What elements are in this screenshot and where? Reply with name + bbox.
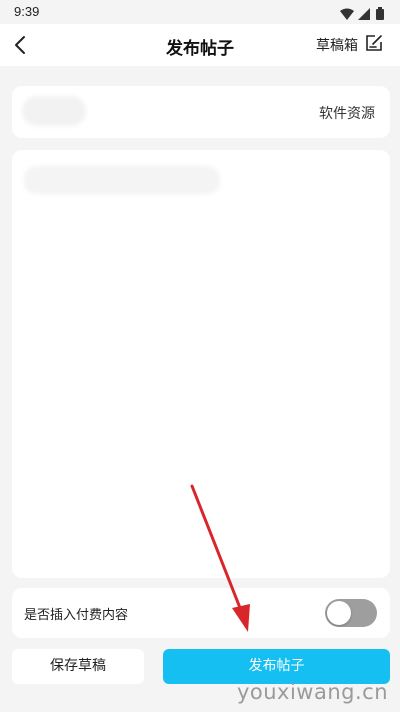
signal-icon	[358, 5, 370, 24]
wifi-icon	[340, 5, 354, 24]
status-time: 9:39	[14, 4, 40, 19]
save-draft-button[interactable]: 保存草稿	[12, 649, 144, 684]
category-selector[interactable]: 软件资源	[12, 86, 390, 138]
publish-post-button[interactable]: 发布帖子	[163, 649, 390, 684]
toggle-knob	[327, 601, 351, 625]
pay-content-toggle[interactable]	[325, 599, 377, 627]
category-label: 软件资源	[319, 106, 375, 122]
edit-note-icon	[366, 35, 382, 51]
status-icons	[340, 5, 388, 20]
blurred-title-text	[24, 166, 220, 194]
battery-icon	[376, 5, 384, 24]
status-bar: 9:39	[0, 0, 400, 24]
top-bar: 发布帖子 草稿箱	[0, 24, 400, 66]
pay-content-label: 是否插入付费内容	[24, 608, 129, 623]
pay-content-row: 是否插入付费内容	[12, 588, 390, 638]
drafts-label: 草稿箱	[316, 38, 358, 54]
post-content-editor[interactable]	[12, 150, 390, 578]
watermark: youxiwang.cn	[236, 680, 388, 704]
blurred-section-tag	[22, 96, 86, 126]
drafts-button[interactable]: 草稿箱	[304, 33, 384, 57]
